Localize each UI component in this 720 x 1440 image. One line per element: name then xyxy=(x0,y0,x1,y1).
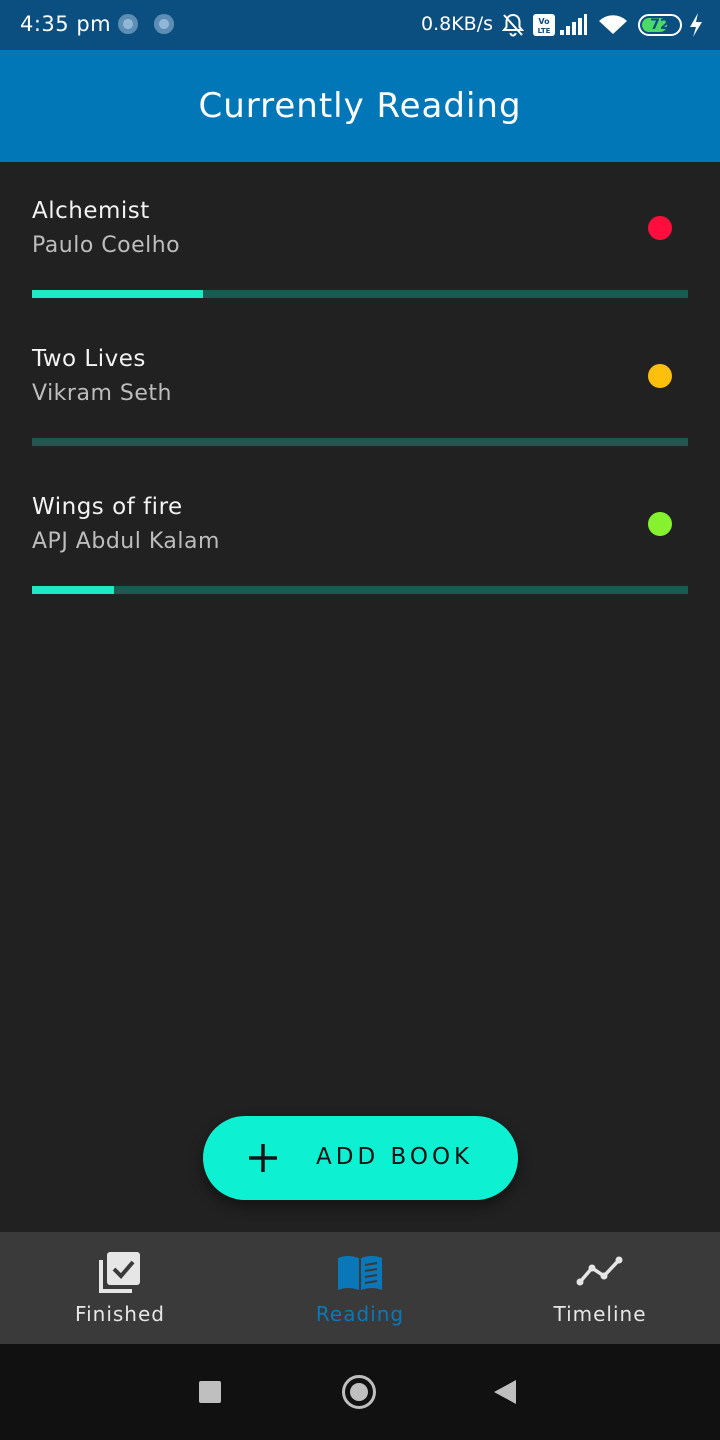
progress-fill xyxy=(32,290,203,298)
status-dot xyxy=(648,364,672,388)
progress-bar xyxy=(32,290,688,298)
nav-label-timeline: Timeline xyxy=(553,1302,647,1326)
battery-icon: 72 xyxy=(638,14,682,36)
notification-dot-icon xyxy=(154,14,174,34)
wifi-icon xyxy=(599,15,627,34)
progress-bar xyxy=(32,438,688,446)
network-speed: 0.8KB/s xyxy=(421,13,494,35)
open-book-icon xyxy=(338,1256,382,1290)
book-list: Alchemist Paulo Coelho Two Lives Vikram … xyxy=(0,162,720,606)
nav-item-reading[interactable]: Reading xyxy=(240,1232,480,1344)
book-author: Vikram Seth xyxy=(32,381,172,406)
volte-icon: Vo LTE xyxy=(533,14,555,36)
status-dot xyxy=(648,216,672,240)
status-bar: 4:35 pm 0.8KB/s Vo LTE 72 xyxy=(0,0,720,50)
charging-bolt-icon xyxy=(690,13,702,37)
signal-icon xyxy=(560,14,587,35)
checkbox-stack-icon xyxy=(99,1252,140,1293)
status-dot xyxy=(648,512,672,536)
app-bar: Currently Reading xyxy=(0,50,720,162)
add-book-button[interactable]: ADD BOOK xyxy=(203,1116,518,1200)
mute-bell-icon xyxy=(501,13,525,37)
nav-item-timeline[interactable]: Timeline xyxy=(480,1232,720,1344)
page-title: Currently Reading xyxy=(198,86,522,126)
book-title: Wings of fire xyxy=(32,494,183,520)
nav-label-finished: Finished xyxy=(75,1302,165,1326)
book-title: Two Lives xyxy=(32,346,146,372)
book-title: Alchemist xyxy=(32,198,150,224)
status-icons: Vo LTE xyxy=(500,10,628,40)
recents-button[interactable] xyxy=(199,1381,221,1403)
home-icon xyxy=(350,1383,368,1401)
progress-bar xyxy=(32,586,688,594)
plus-icon xyxy=(249,1144,277,1172)
bottom-nav: Finished Reading Timeline xyxy=(0,1232,720,1344)
list-item[interactable]: Two Lives Vikram Seth xyxy=(0,310,720,458)
book-author: APJ Abdul Kalam xyxy=(32,529,220,554)
add-book-label: ADD BOOK xyxy=(316,1144,474,1170)
line-chart-icon xyxy=(576,1256,623,1286)
progress-fill xyxy=(32,586,114,594)
list-item[interactable]: Alchemist Paulo Coelho xyxy=(0,162,720,310)
status-time: 4:35 pm xyxy=(20,12,112,36)
list-item[interactable]: Wings of fire APJ Abdul Kalam xyxy=(0,458,720,606)
notification-dot-icon xyxy=(118,14,138,34)
nav-item-finished[interactable]: Finished xyxy=(0,1232,240,1344)
svg-text:Vo: Vo xyxy=(538,17,550,26)
back-button[interactable] xyxy=(494,1380,516,1404)
book-author: Paulo Coelho xyxy=(32,233,181,258)
svg-text:LTE: LTE xyxy=(538,27,551,35)
battery-level: 72 xyxy=(650,17,670,33)
nav-label-reading: Reading xyxy=(315,1302,405,1326)
home-button[interactable] xyxy=(342,1375,376,1409)
